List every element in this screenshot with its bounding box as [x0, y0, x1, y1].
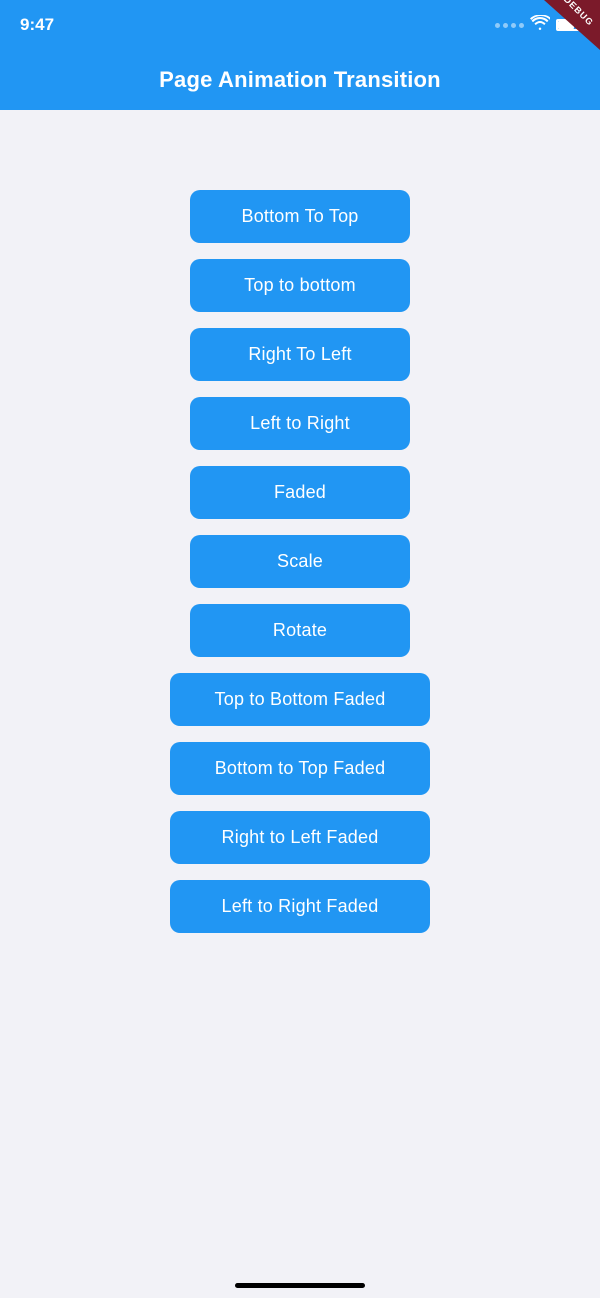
app-title: Page Animation Transition — [159, 67, 441, 93]
left-to-right-faded-button[interactable]: Left to Right Faded — [170, 880, 430, 933]
bottom-to-top-button[interactable]: Bottom To Top — [190, 190, 410, 243]
status-time: 9:47 — [20, 15, 54, 35]
dot1 — [495, 23, 500, 28]
left-to-right-button[interactable]: Left to Right — [190, 397, 410, 450]
scale-button[interactable]: Scale — [190, 535, 410, 588]
status-bar: 9:47 DEBUG — [0, 0, 600, 50]
dot2 — [503, 23, 508, 28]
right-to-left-button[interactable]: Right To Left — [190, 328, 410, 381]
top-to-bottom-faded-button[interactable]: Top to Bottom Faded — [170, 673, 430, 726]
bottom-to-top-faded-button[interactable]: Bottom to Top Faded — [170, 742, 430, 795]
wifi-icon — [530, 15, 550, 36]
home-indicator — [235, 1283, 365, 1288]
right-to-left-faded-button[interactable]: Right to Left Faded — [170, 811, 430, 864]
rotate-button[interactable]: Rotate — [190, 604, 410, 657]
content: Bottom To Top Top to bottom Right To Lef… — [0, 110, 600, 973]
dot4 — [519, 23, 524, 28]
dot3 — [511, 23, 516, 28]
faded-button[interactable]: Faded — [190, 466, 410, 519]
signal-dots — [495, 23, 524, 28]
app-bar: Page Animation Transition — [0, 50, 600, 110]
top-to-bottom-button[interactable]: Top to bottom — [190, 259, 410, 312]
